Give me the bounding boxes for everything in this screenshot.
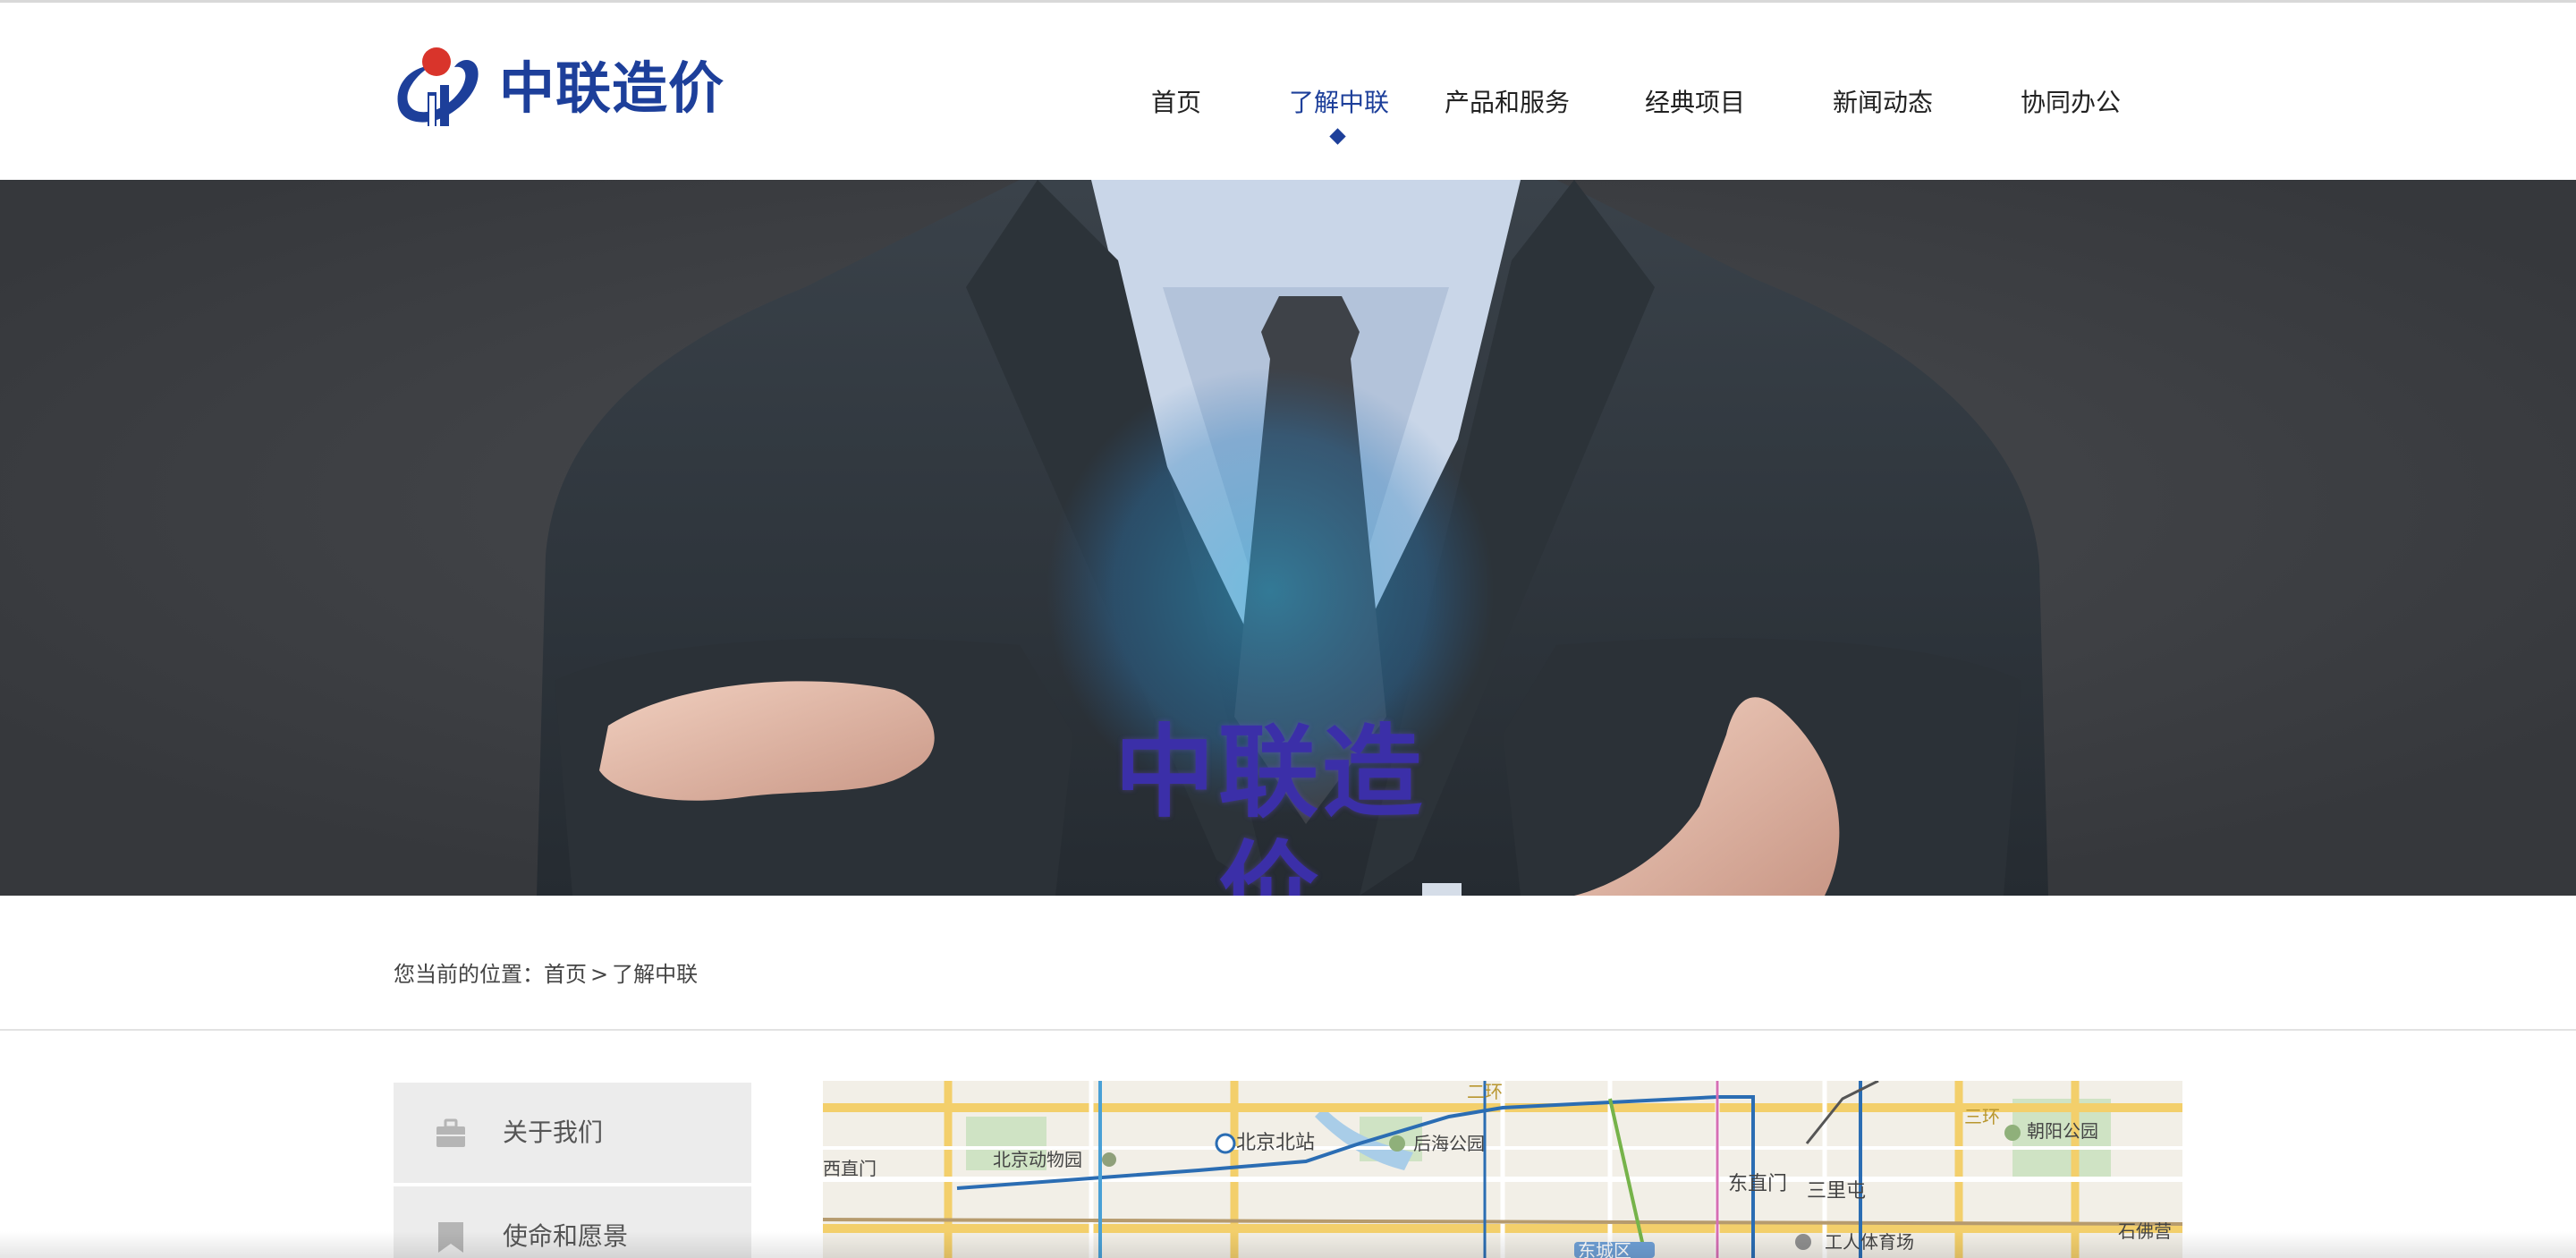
site-header: 中联造价 首页 了解中联 产品和服务 经典项目 新闻动态 协同办公: [0, 3, 2576, 180]
nav-item-about[interactable]: 了解中联: [1263, 3, 1415, 180]
map-label: 工人体育场: [1825, 1231, 1914, 1253]
banner-title: 中联造价: [1114, 715, 1426, 896]
breadcrumb-separator: >: [590, 962, 609, 987]
map-label: 东直门: [1728, 1173, 1788, 1195]
map-label: 东城区: [1578, 1240, 1631, 1258]
map-label: 二环: [1467, 1081, 1503, 1102]
breadcrumb-current[interactable]: 了解中联: [612, 962, 698, 987]
nav-item-label: 协同办公: [2020, 88, 2121, 117]
bookmark-icon: [435, 1222, 467, 1253]
map-label: 三环: [1964, 1106, 2000, 1127]
sidebar-item-mission[interactable]: 使命和愿景: [394, 1186, 751, 1258]
nav-item-label: 了解中联: [1288, 88, 1389, 117]
breadcrumb-prefix: 您当前的位置：: [394, 962, 544, 987]
nav-item-projects[interactable]: 经典项目: [1619, 3, 1771, 180]
zhonglian-logo-icon: [392, 46, 485, 132]
breadcrumb: 您当前的位置：首页 > 了解中联: [394, 961, 698, 988]
nav-item-news[interactable]: 新闻动态: [1807, 3, 1959, 180]
location-map[interactable]: 西直门 北京动物园 北京北站 后海公园 东直门 三里屯 朝阳公园 工人体育场 东…: [823, 1081, 2182, 1258]
map-label: 后海公园: [1413, 1133, 1485, 1154]
map-label: 北京北站: [1236, 1132, 1316, 1154]
active-indicator-icon: [1329, 128, 1346, 145]
map-label: 朝阳公园: [2027, 1120, 2098, 1142]
map-label: 石佛营: [2118, 1220, 2172, 1242]
sidebar-item-label: 关于我们: [503, 1118, 604, 1147]
breadcrumb-home-link[interactable]: 首页: [544, 962, 587, 987]
sidebar-item-label: 使命和愿景: [503, 1221, 629, 1251]
briefcase-icon: [435, 1118, 467, 1149]
logo-text: 中联造价: [499, 55, 725, 121]
map-label: 三里屯: [1807, 1180, 1867, 1203]
sidebar: 关于我们 使命和愿景: [394, 1083, 751, 1258]
logo[interactable]: 中联造价: [392, 46, 724, 132]
nav-item-label: 产品和服务: [1444, 88, 1570, 117]
nav-item-home[interactable]: 首页: [1100, 3, 1252, 180]
nav-item-label: 新闻动态: [1832, 88, 1933, 117]
nav-item-office[interactable]: 协同办公: [1995, 3, 2147, 180]
nav-item-products[interactable]: 产品和服务: [1431, 3, 1583, 180]
sidebar-item-about-us[interactable]: 关于我们: [394, 1083, 751, 1183]
section-divider: [0, 1029, 2576, 1031]
nav-item-label: 经典项目: [1644, 88, 1745, 117]
map-label: 北京动物园: [993, 1149, 1082, 1170]
nav-item-label: 首页: [1150, 88, 1201, 117]
map-label: 西直门: [823, 1158, 877, 1179]
hero-banner: 中联造价: [0, 180, 2576, 896]
